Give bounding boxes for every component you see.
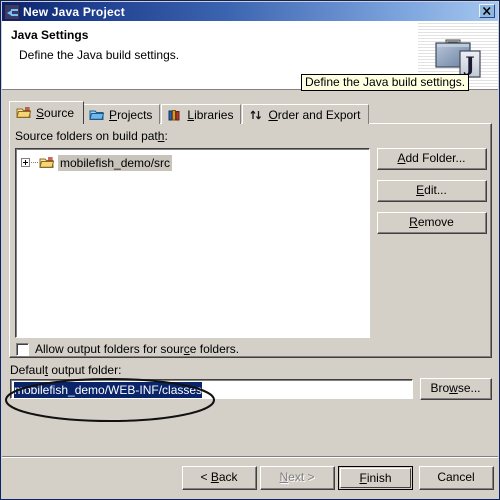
remove-button[interactable]: Remove [377,212,487,234]
tree-connector [31,161,38,164]
footer-separator [2,456,498,458]
source-tab-panel: Source folders on build path: mobilefish… [9,123,492,358]
tab-libraries[interactable]: Libraries [161,104,242,124]
default-output-folder-value: mobilefish_demo/WEB-INF/classes [14,381,203,398]
checkbox-box[interactable] [16,342,29,356]
dialog-footer: < Back Next > Finish Cancel [2,459,498,499]
books-icon [167,108,183,122]
tab-source-label: Source [36,106,75,120]
default-output-folder-field[interactable]: mobilefish_demo/WEB-INF/classes [10,379,413,399]
page-description: Define the Java build settings. [19,48,180,62]
expand-icon[interactable] [21,158,30,167]
source-folders-label: Source folders on build path: [15,129,168,143]
allow-output-folders-label: Allow output folders for source folders. [35,342,240,356]
tooltip: Define the Java build settings. [301,74,470,91]
dialog-body: Source Projects Libraries Order and Expo… [2,91,498,456]
java-project-icon [4,3,20,20]
page-title: Java Settings [11,28,89,42]
project-folder-icon [89,108,105,122]
window-title: New Java Project [23,4,125,19]
default-output-folder-label: Default output folder: [10,363,122,377]
allow-output-folders-checkbox[interactable]: Allow output folders for source folders. [16,342,239,356]
list-item-label: mobilefish_demo/src [58,154,173,171]
tab-order-and-export-label: Order and Export [268,107,361,122]
list-item[interactable]: mobilefish_demo/src [21,154,173,171]
close-icon[interactable] [479,4,495,18]
next-button: Next > [260,466,335,490]
tab-libraries-label: Libraries [187,107,234,122]
source-folders-list[interactable]: mobilefish_demo/src [15,148,370,338]
back-button[interactable]: < Back [182,466,257,490]
finish-button[interactable]: Finish [338,466,413,490]
tab-projects[interactable]: Projects [83,104,161,124]
updown-arrows-icon [248,108,264,122]
svg-text:J: J [463,52,474,76]
browse-button[interactable]: Browse... [420,378,492,400]
cancel-button[interactable]: Cancel [419,466,494,490]
source-folder-icon [16,106,32,120]
tab-projects-label: Projects [109,107,153,122]
close-glyph [482,6,491,16]
new-java-project-dialog: New Java Project Java Settings Define th… [0,0,500,500]
edit-button[interactable]: Edit... [377,180,487,202]
tab-order-and-export[interactable]: Order and Export [242,104,369,124]
source-folder-icon [39,156,55,170]
title-bar[interactable]: New Java Project [2,2,498,21]
add-folder-button[interactable]: Add Folder... [377,148,487,170]
tab-source[interactable]: Source [9,101,85,124]
tab-strip: Source Projects Libraries Order and Expo… [9,101,370,124]
